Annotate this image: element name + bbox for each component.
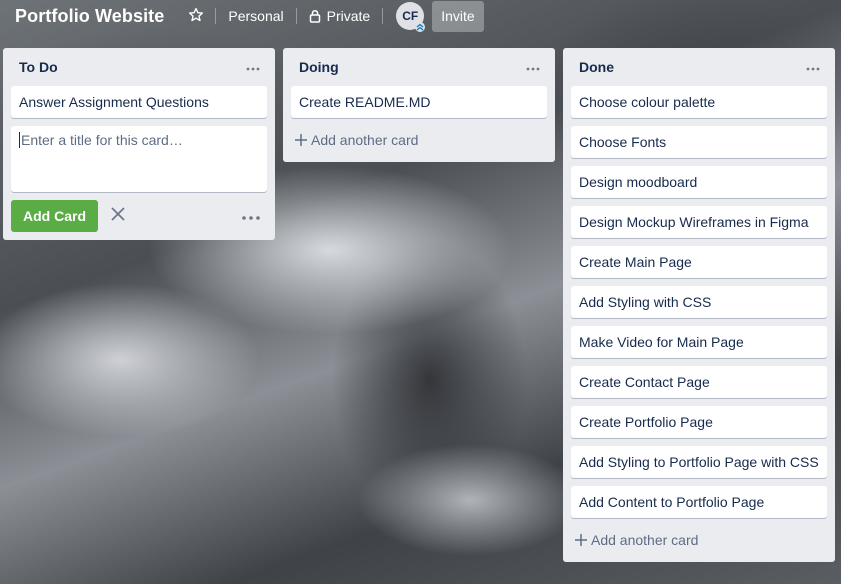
list-doing: Doing Create README.MD Add another card	[283, 48, 555, 162]
card[interactable]: Create Main Page	[571, 246, 827, 278]
more-horizontal-icon	[246, 58, 260, 76]
invite-button[interactable]: Invite	[432, 0, 484, 32]
header-divider	[382, 8, 384, 24]
more-horizontal-icon	[526, 58, 540, 76]
card[interactable]: Design Mockup Wireframes in Figma	[571, 206, 827, 238]
card-title-input[interactable]	[19, 132, 259, 148]
visibility-button[interactable]: Private	[300, 1, 380, 31]
card[interactable]: Add Styling with CSS	[571, 286, 827, 318]
card[interactable]: Make Video for Main Page	[571, 326, 827, 358]
card[interactable]: Create Portfolio Page	[571, 406, 827, 438]
plus-icon	[295, 134, 307, 146]
plus-icon	[575, 534, 587, 546]
header-divider	[215, 8, 217, 24]
list-title[interactable]: Done	[579, 59, 614, 75]
add-card-label: Add another card	[591, 532, 699, 548]
more-horizontal-icon	[242, 207, 260, 225]
board-header: Portfolio Website Personal Private CF In…	[0, 0, 841, 32]
lock-icon	[309, 9, 321, 23]
visibility-label: Private	[326, 8, 371, 24]
card[interactable]: Add Content to Portfolio Page	[571, 486, 827, 518]
list-header: Doing	[291, 48, 547, 86]
card[interactable]: Create Contact Page	[571, 366, 827, 398]
card[interactable]: Design moodboard	[571, 166, 827, 198]
team-button[interactable]: Personal	[219, 1, 292, 31]
list-header: Done	[571, 48, 827, 86]
add-card-label: Add another card	[311, 132, 419, 148]
close-icon	[110, 206, 126, 227]
list-title[interactable]: To Do	[19, 59, 58, 75]
list-menu-button[interactable]	[521, 55, 545, 79]
board-title[interactable]: Portfolio Website	[15, 6, 164, 27]
list-title[interactable]: Doing	[299, 59, 339, 75]
star-icon	[188, 7, 204, 26]
composer-controls: Add Card	[11, 200, 267, 232]
card[interactable]: Choose colour palette	[571, 86, 827, 118]
add-another-card-button[interactable]: Add another card	[571, 526, 827, 554]
avatar-initials: CF	[402, 9, 419, 23]
admin-chevrons-icon	[415, 22, 426, 32]
card[interactable]: Add Styling to Portfolio Page with CSS	[571, 446, 827, 478]
header-divider	[295, 8, 297, 24]
list-header: To Do	[11, 48, 267, 86]
member-avatar[interactable]: CF	[396, 2, 426, 32]
card[interactable]: Create README.MD	[291, 86, 547, 118]
composer-options-button[interactable]	[235, 200, 267, 232]
card[interactable]: Choose Fonts	[571, 126, 827, 158]
card-composer	[11, 126, 267, 192]
more-horizontal-icon	[806, 58, 820, 76]
add-card-button[interactable]: Add Card	[11, 200, 98, 232]
list-menu-button[interactable]	[801, 55, 825, 79]
close-composer-button[interactable]	[102, 200, 134, 232]
list-menu-button[interactable]	[241, 55, 265, 79]
add-another-card-button[interactable]: Add another card	[291, 126, 547, 154]
star-button[interactable]	[180, 1, 212, 31]
card[interactable]: Answer Assignment Questions	[11, 86, 267, 118]
list-done: Done Choose colour palette Choose Fonts …	[563, 48, 835, 562]
list-to-do: To Do Answer Assignment Questions Add Ca…	[3, 48, 275, 240]
